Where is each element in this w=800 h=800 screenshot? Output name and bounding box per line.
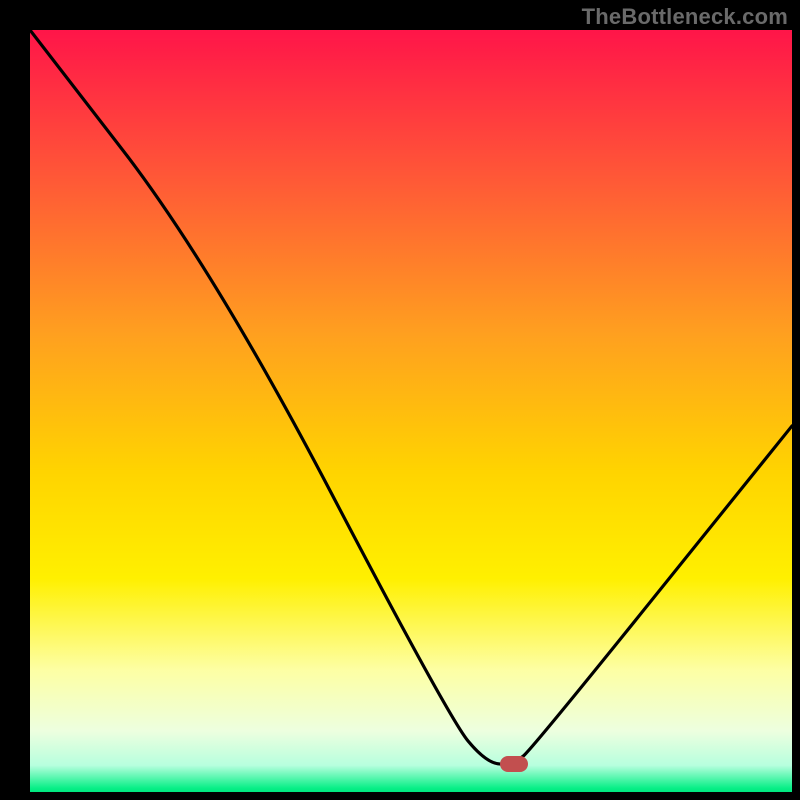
- plot-area: [30, 30, 792, 770]
- plot-outer: [30, 30, 792, 770]
- chart-frame: TheBottleneck.com: [0, 0, 800, 800]
- bottleneck-marker: [500, 756, 528, 772]
- curve-path: [30, 30, 792, 764]
- watermark-text: TheBottleneck.com: [582, 4, 788, 30]
- bottleneck-curve: [30, 30, 792, 770]
